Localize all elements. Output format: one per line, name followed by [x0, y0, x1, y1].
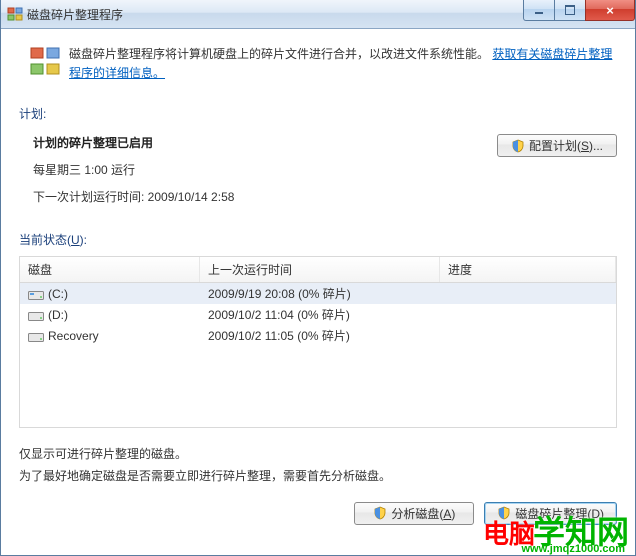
configure-schedule-button[interactable]: 配置计划(S)... [497, 134, 617, 157]
last-run-cell: 2009/9/19 20:08 (0% 碎片) [200, 283, 440, 304]
table-row[interactable]: (D:) 2009/10/2 11:04 (0% 碎片) [20, 304, 616, 325]
schedule-actions: 配置计划(S)... [497, 134, 617, 157]
disk-icon [28, 288, 44, 300]
disk-cell: (C:) [20, 285, 200, 303]
window-controls: × [524, 0, 635, 20]
shield-icon [511, 139, 525, 153]
schedule-row: 计划的碎片整理已启用 每星期三 1:00 运行 下一次计划运行时间: 2009/… [1, 126, 635, 215]
window-title: 磁盘碎片整理程序 [27, 6, 123, 23]
disk-icon [28, 330, 44, 342]
disk-cell: Recovery [20, 327, 200, 345]
table-row[interactable]: (C:) 2009/9/19 20:08 (0% 碎片) [20, 283, 616, 304]
disk-rows: (C:) 2009/9/19 20:08 (0% 碎片) (D:) 2009/10/2… [20, 283, 616, 346]
shield-icon [497, 506, 511, 520]
configure-button-label: 配置计划(S)... [529, 137, 603, 154]
schedule-line-1: 每星期三 1:00 运行 [33, 161, 497, 178]
notes: 仅显示可进行碎片整理的磁盘。 为了最好地确定磁盘是否需要立即进行碎片整理，需要首… [1, 444, 635, 487]
analyze-button[interactable]: 分析磁盘(A) [354, 502, 474, 525]
minimize-button[interactable] [523, 0, 555, 21]
disk-list[interactable]: 磁盘 上一次运行时间 进度 (C:) 2009/9/19 20:08 (0% 碎片… [19, 256, 617, 428]
table-row[interactable]: Recovery 2009/10/2 11:05 (0% 碎片) [20, 325, 616, 346]
column-disk[interactable]: 磁盘 [20, 257, 200, 282]
info-text: 磁盘碎片整理程序将计算机硬盘上的碎片文件进行合并，以改进文件系统性能。 获取有关… [69, 45, 617, 83]
disk-list-header: 磁盘 上一次运行时间 进度 [20, 257, 616, 283]
shield-icon [373, 506, 387, 520]
disk-cell: (D:) [20, 306, 200, 324]
app-window: 磁盘碎片整理程序 × 磁盘碎片整理程序将计算机硬盘上的碎片文件进行合并，以改进文… [0, 0, 636, 556]
note-line-2: 为了最好地确定磁盘是否需要立即进行碎片整理，需要首先分析磁盘。 [19, 466, 617, 488]
info-description: 磁盘碎片整理程序将计算机硬盘上的碎片文件进行合并，以改进文件系统性能。 [69, 47, 489, 61]
watermark-url: www.jmqz1000.com [521, 543, 625, 555]
last-run-cell: 2009/10/2 11:04 (0% 碎片) [200, 304, 440, 325]
maximize-button[interactable] [554, 0, 586, 21]
app-icon [7, 6, 23, 22]
progress-cell [440, 292, 616, 296]
disk-name: (C:) [48, 287, 68, 301]
schedule-section-label: 计划: [1, 89, 635, 126]
column-progress[interactable]: 进度 [440, 257, 616, 282]
disk-icon [28, 309, 44, 321]
disk-name: Recovery [48, 329, 99, 343]
defrag-button[interactable]: 磁盘碎片整理(D) [484, 502, 617, 525]
analyze-button-label: 分析磁盘(A) [391, 505, 455, 522]
note-line-1: 仅显示可进行碎片整理的磁盘。 [19, 444, 617, 466]
defrag-icon [29, 45, 61, 77]
action-buttons: 分析磁盘(A) 磁盘碎片整理(D) [1, 488, 635, 525]
content-area: 磁盘碎片整理程序将计算机硬盘上的碎片文件进行合并，以改进文件系统性能。 获取有关… [1, 29, 635, 525]
defrag-button-label: 磁盘碎片整理(D) [515, 505, 604, 522]
progress-cell [440, 313, 616, 317]
progress-cell [440, 334, 616, 338]
schedule-info: 计划的碎片整理已启用 每星期三 1:00 运行 下一次计划运行时间: 2009/… [33, 134, 497, 215]
close-button[interactable]: × [585, 0, 635, 21]
titlebar: 磁盘碎片整理程序 × [1, 0, 635, 29]
schedule-heading: 计划的碎片整理已启用 [33, 134, 497, 151]
info-banner: 磁盘碎片整理程序将计算机硬盘上的碎片文件进行合并，以改进文件系统性能。 获取有关… [1, 29, 635, 89]
last-run-cell: 2009/10/2 11:05 (0% 碎片) [200, 325, 440, 346]
status-section-label: 当前状态(U): [1, 215, 635, 252]
column-last-run[interactable]: 上一次运行时间 [200, 257, 440, 282]
disk-name: (D:) [48, 308, 68, 322]
schedule-line-2: 下一次计划运行时间: 2009/10/14 2:58 [33, 188, 497, 205]
